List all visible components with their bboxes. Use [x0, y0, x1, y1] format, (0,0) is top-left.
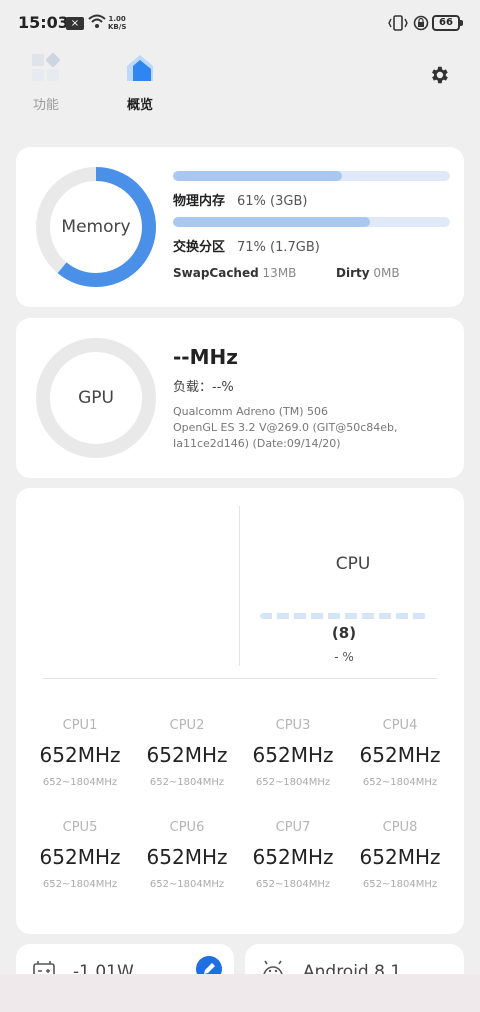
status-time: 15:03 [18, 13, 69, 32]
tab-overview[interactable]: 概览 [110, 52, 170, 113]
swap-cached-label: SwapCached [173, 266, 259, 280]
cpu-core-1: CPU1 652MHz 652~1804MHz [25, 718, 135, 788]
swap-cached-value: 13MB [262, 266, 297, 280]
core-name: CPU1 [62, 718, 98, 733]
gpu-frequency: --MHz [173, 345, 238, 369]
cpu-core-6: CPU6 652MHz 652~1804MHz [132, 820, 242, 890]
core-frequency: 652MHz [146, 743, 228, 767]
core-name: CPU5 [62, 820, 98, 835]
core-name: CPU3 [275, 718, 311, 733]
rotation-lock-icon [413, 15, 429, 31]
cpu-core-3: CPU3 652MHz 652~1804MHz [238, 718, 348, 788]
core-frequency: 652MHz [252, 743, 334, 767]
sim-icon: × [66, 17, 84, 30]
swap-cached: SwapCached 13MB [173, 266, 296, 280]
dirty: Dirty 0MB [336, 266, 400, 280]
swap-label: 交换分区 [173, 240, 226, 255]
core-range: 652~1804MHz [149, 777, 225, 788]
core-frequency: 652MHz [146, 845, 228, 869]
bottom-overlay [0, 974, 480, 1012]
gpu-build: Ia11ce2d146) (Date:09/14/20) [173, 437, 341, 450]
core-range: 652~1804MHz [255, 879, 331, 890]
physical-memory-label: 物理内存 [173, 194, 226, 209]
tab-features-label: 功能 [32, 98, 59, 113]
dirty-label: Dirty [336, 266, 370, 280]
physical-memory-row: 物理内存 61% (3GB) [173, 190, 307, 209]
vibrate-icon [388, 15, 408, 31]
cpu-title: CPU [335, 554, 371, 574]
physical-memory-bar [173, 171, 450, 181]
cpu-usage-bar [260, 613, 430, 619]
memory-card[interactable]: Memory 物理内存 61% (3GB) 交换分区 71% (1.7GB) Swa… [16, 147, 464, 307]
battery-indicator: 66 [432, 15, 463, 31]
net-speed: 1.00 KB/S [108, 15, 127, 31]
features-icon [32, 53, 60, 81]
cpu-core-2: CPU2 652MHz 652~1804MHz [132, 718, 242, 788]
core-name: CPU8 [382, 820, 418, 835]
core-frequency: 652MHz [359, 743, 441, 767]
core-name: CPU2 [169, 718, 205, 733]
core-frequency: 652MHz [252, 845, 334, 869]
core-range: 652~1804MHz [255, 777, 331, 788]
cpu-divider-vertical [239, 506, 240, 666]
status-bar: 15:03 × 1.00 KB/S 66 [0, 0, 480, 46]
cpu-core-4: CPU4 652MHz 652~1804MHz [345, 718, 455, 788]
cpu-card[interactable]: CPU (8) - % CPU1 652MHz 652~1804MHz CPU2… [16, 488, 464, 934]
wifi-icon [88, 14, 106, 28]
core-range: 652~1804MHz [149, 879, 225, 890]
swap-fill [173, 217, 370, 227]
tab-features[interactable]: 功能 [16, 52, 76, 113]
cpu-core-8: CPU8 652MHz 652~1804MHz [345, 820, 455, 890]
cpu-usage: - % [334, 650, 354, 664]
overview-icon [127, 55, 153, 81]
core-range: 652~1804MHz [362, 777, 438, 788]
swap-bar [173, 217, 450, 227]
cpu-core-5: CPU5 652MHz 652~1804MHz [25, 820, 135, 890]
gpu-info: Qualcomm Adreno (TM) 506 OpenGL ES 3.2 V… [173, 404, 423, 452]
gpu-ring-label: GPU [78, 388, 114, 408]
gpu-load: 负载：--% [173, 380, 234, 395]
core-frequency: 652MHz [359, 845, 441, 869]
cpu-divider-horizontal [43, 678, 437, 679]
core-name: CPU4 [382, 718, 418, 733]
memory-ring-label: Memory [61, 217, 131, 237]
core-range: 652~1804MHz [42, 879, 118, 890]
cpu-cores-count: (8) [331, 624, 357, 642]
core-range: 652~1804MHz [362, 879, 438, 890]
tab-overview-label: 概览 [126, 98, 153, 113]
cpu-core-7: CPU7 652MHz 652~1804MHz [238, 820, 348, 890]
core-name: CPU7 [275, 820, 311, 835]
core-range: 652~1804MHz [42, 777, 118, 788]
physical-memory-fill [173, 171, 342, 181]
gpu-renderer: Qualcomm Adreno (TM) 506 [173, 405, 328, 418]
physical-memory-value: 61% (3GB) [237, 194, 308, 209]
core-frequency: 652MHz [39, 845, 121, 869]
swap-row: 交换分区 71% (1.7GB) [173, 236, 320, 255]
swap-value: 71% (1.7GB) [237, 240, 320, 255]
dirty-value: 0MB [373, 266, 400, 280]
gpu-card[interactable]: GPU --MHz 负载：--% Qualcomm Adreno (TM) 50… [16, 318, 464, 478]
gpu-opengl: OpenGL ES 3.2 V@269.0 (GIT@50c84eb, [173, 421, 398, 434]
gear-icon[interactable] [428, 64, 450, 86]
core-frequency: 652MHz [39, 743, 121, 767]
core-name: CPU6 [169, 820, 205, 835]
